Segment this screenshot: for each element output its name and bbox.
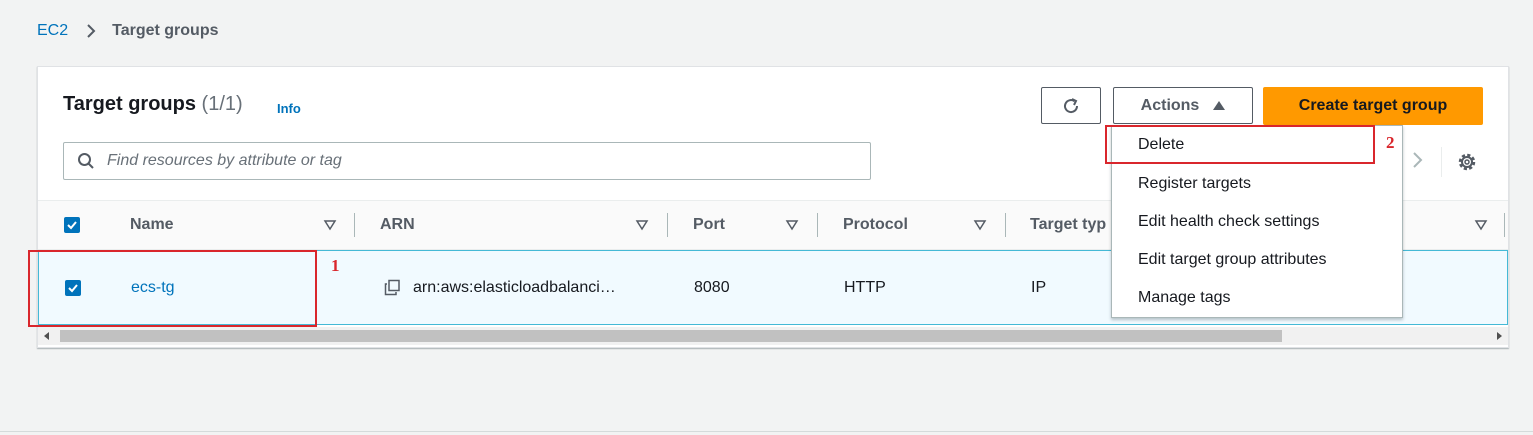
sort-down-icon[interactable] bbox=[323, 218, 337, 232]
column-divider[interactable] bbox=[817, 213, 818, 237]
create-target-group-button[interactable]: Create target group bbox=[1263, 87, 1483, 125]
column-header-target-type[interactable]: Target typ bbox=[1030, 201, 1106, 249]
menu-item-manage-tags[interactable]: Manage tags bbox=[1112, 279, 1402, 317]
target-type-cell: IP bbox=[1031, 278, 1047, 296]
checkbox-checked bbox=[64, 217, 80, 233]
sort-down-icon[interactable] bbox=[785, 218, 799, 232]
column-header-name[interactable]: Name bbox=[130, 201, 174, 249]
menu-item-edit-health-check[interactable]: Edit health check settings bbox=[1112, 203, 1402, 241]
info-link[interactable]: Info bbox=[277, 101, 301, 116]
refresh-button[interactable] bbox=[1041, 87, 1101, 124]
column-divider[interactable] bbox=[667, 213, 668, 237]
search-input[interactable] bbox=[105, 151, 870, 171]
horizontal-scrollbar[interactable] bbox=[38, 327, 1508, 345]
column-divider[interactable] bbox=[354, 213, 355, 237]
select-all-checkbox[interactable] bbox=[64, 201, 80, 249]
column-divider[interactable] bbox=[1005, 213, 1006, 237]
panel-title-text: Target groups bbox=[63, 93, 196, 115]
search-box bbox=[63, 142, 871, 180]
arn-cell: arn:aws:elasticloadbalanci… bbox=[384, 251, 616, 324]
panel-title: Target groups (1/1) bbox=[63, 93, 243, 116]
refresh-icon bbox=[1064, 97, 1079, 113]
scroll-right-icon[interactable] bbox=[1497, 332, 1502, 340]
gear-icon[interactable] bbox=[1456, 151, 1478, 173]
chevron-right-icon[interactable] bbox=[1410, 150, 1426, 170]
annotation-box-1 bbox=[28, 250, 317, 327]
column-header-arn[interactable]: ARN bbox=[380, 201, 415, 249]
copy-icon[interactable] bbox=[384, 279, 401, 296]
panel-count: (1/1) bbox=[201, 93, 243, 115]
breadcrumb: EC2 Target groups bbox=[37, 22, 219, 40]
protocol-cell: HTTP bbox=[844, 278, 886, 296]
divider bbox=[1441, 147, 1442, 177]
column-header-protocol[interactable]: Protocol bbox=[843, 201, 908, 249]
annotation-box-2 bbox=[1105, 125, 1375, 164]
column-header-port[interactable]: Port bbox=[693, 201, 725, 249]
arn-value: arn:aws:elasticloadbalanci… bbox=[413, 278, 616, 296]
menu-item-register-targets[interactable]: Register targets bbox=[1112, 165, 1402, 203]
sort-down-icon[interactable] bbox=[973, 218, 987, 232]
chevron-right-icon bbox=[87, 24, 96, 38]
column-divider[interactable] bbox=[1504, 213, 1505, 237]
breadcrumb-current: Target groups bbox=[112, 22, 219, 39]
search-icon bbox=[78, 153, 94, 169]
sort-down-icon[interactable] bbox=[635, 218, 649, 232]
scrollbar-thumb[interactable] bbox=[60, 330, 1282, 342]
breadcrumb-ec2-link[interactable]: EC2 bbox=[37, 22, 68, 40]
annotation-number-1: 1 bbox=[331, 256, 340, 275]
port-cell: 8080 bbox=[694, 278, 730, 296]
annotation-number-2: 2 bbox=[1386, 133, 1395, 152]
caret-up-icon bbox=[1213, 101, 1226, 110]
scroll-left-icon[interactable] bbox=[44, 332, 49, 340]
actions-button[interactable]: Actions bbox=[1113, 87, 1253, 124]
actions-button-label: Actions bbox=[1140, 96, 1200, 114]
divider bbox=[0, 431, 1533, 432]
sort-down-icon[interactable] bbox=[1474, 218, 1488, 232]
menu-item-edit-attributes[interactable]: Edit target group attributes bbox=[1112, 241, 1402, 279]
check-icon bbox=[67, 221, 77, 230]
